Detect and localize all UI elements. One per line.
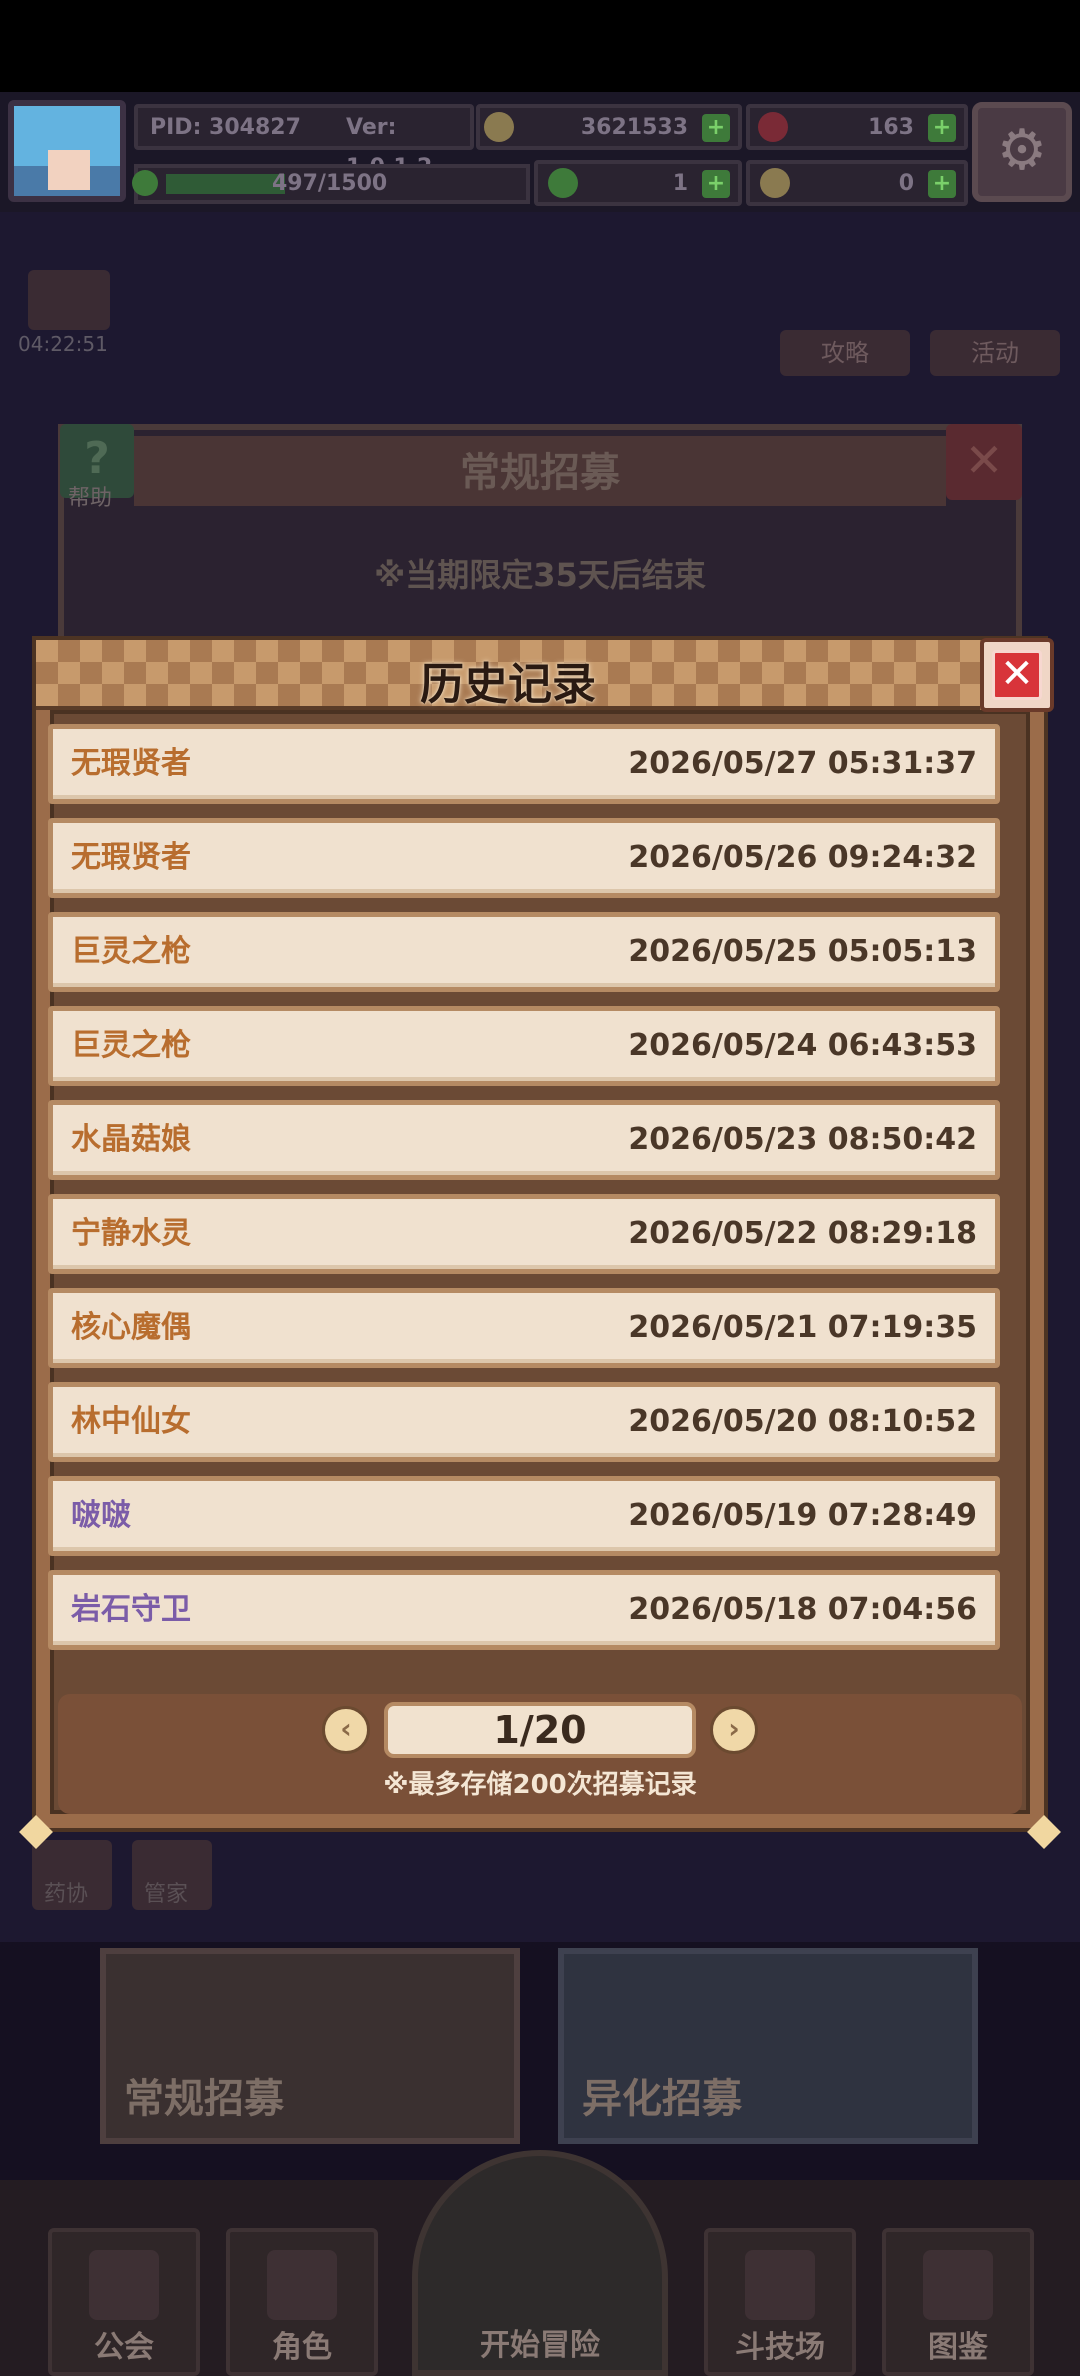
tab-character[interactable]: 角色 <box>226 2228 378 2376</box>
history-row: 巨灵之枪 2026/05/24 06:43:53 <box>48 1006 1000 1086</box>
pid-text: PID: 304827 <box>150 115 301 140</box>
limited-notice: ※当期限定35天后结束 <box>374 556 706 594</box>
pid-box: PID: 304827 Ver: 1.0.1.2 <box>134 104 474 180</box>
tab-arena[interactable]: 斗技场 <box>704 2228 856 2376</box>
history-row: 岩石守卫 2026/05/18 07:04:56 <box>48 1570 1000 1650</box>
close-button[interactable]: ✕ <box>980 638 1054 712</box>
help-label: 帮助 <box>68 486 113 511</box>
hero-name: 水晶菇娘 <box>71 1122 191 1157</box>
gem-icon <box>758 112 788 142</box>
record-time: 2026/05/19 07:28:49 <box>628 1498 977 1533</box>
gold-value: 3621533 <box>580 115 688 140</box>
clover-box: 1 + <box>534 160 742 206</box>
player-avatar[interactable] <box>8 100 126 202</box>
exp-bar: 497/1500 <box>132 164 530 204</box>
tab-guild[interactable]: 公会 <box>48 2228 200 2376</box>
adventure-label: 开始冒险 <box>480 2328 600 2363</box>
hero-name: 啵啵 <box>71 1498 131 1533</box>
hero-name: 林中仙女 <box>71 1404 191 1439</box>
regular-recruit-label: 常规招募 <box>124 2076 284 2122</box>
gem-value: 163 <box>868 115 914 140</box>
alien-recruit-card[interactable]: 异化招募 <box>558 1948 978 2144</box>
hero-name: 无瑕贤者 <box>71 840 191 875</box>
hero-name: 巨灵之枪 <box>71 1028 191 1063</box>
small-button-2-label: 管家 <box>144 1882 189 1907</box>
gift-timer: 04:22:51 <box>18 332 108 356</box>
add-clover-button[interactable]: + <box>702 170 730 198</box>
history-row: 无瑕贤者 2026/05/26 09:24:32 <box>48 818 1000 898</box>
add-gold-button[interactable]: + <box>702 114 730 142</box>
guild-icon <box>89 2250 159 2320</box>
tab-codex[interactable]: 图鉴 <box>882 2228 1034 2376</box>
storage-note: ※最多存储200次招募记录 <box>383 1770 697 1800</box>
status-bar <box>0 0 1080 92</box>
background-close-icon[interactable]: ✕ <box>946 424 1022 500</box>
record-time: 2026/05/27 05:31:37 <box>628 746 977 781</box>
key-box: 0 + <box>746 160 968 206</box>
alien-recruit-label: 异化招募 <box>582 2076 742 2122</box>
hero-name: 无瑕贤者 <box>71 746 191 781</box>
guide-button[interactable]: 攻略 <box>780 330 910 376</box>
leaf-icon <box>132 170 158 196</box>
swords-icon <box>745 2250 815 2320</box>
record-time: 2026/05/24 06:43:53 <box>628 1028 977 1063</box>
small-button-1-label: 药协 <box>44 1882 89 1907</box>
history-row: 宁静水灵 2026/05/22 08:29:18 <box>48 1194 1000 1274</box>
add-key-button[interactable]: + <box>928 170 956 198</box>
next-page-arrow-icon[interactable]: › <box>710 1706 758 1754</box>
regular-recruit-card[interactable]: 常规招募 <box>100 1948 520 2144</box>
page-indicator: 1/20 <box>384 1702 696 1758</box>
gem-box: 163 + <box>746 104 968 150</box>
gold-box: 3621533 + <box>476 104 742 150</box>
clover-value: 1 <box>672 171 688 196</box>
clover-icon <box>548 168 578 198</box>
recruit-dialog-title: 常规招募 <box>460 450 620 496</box>
record-time: 2026/05/22 08:29:18 <box>628 1216 977 1251</box>
exp-bar-fill <box>166 174 285 194</box>
activity-button[interactable]: 活动 <box>930 330 1060 376</box>
hero-name: 巨灵之枪 <box>71 934 191 969</box>
character-icon <box>267 2250 337 2320</box>
record-time: 2026/05/18 07:04:56 <box>628 1592 977 1627</box>
prev-page-arrow-icon[interactable]: ‹ <box>322 1706 370 1754</box>
exp-value: 497/1500 <box>272 171 388 196</box>
record-time: 2026/05/23 08:50:42 <box>628 1122 977 1157</box>
record-time: 2026/05/21 07:19:35 <box>628 1310 977 1345</box>
history-row: 水晶菇娘 2026/05/23 08:50:42 <box>48 1100 1000 1180</box>
hero-name: 岩石守卫 <box>71 1592 191 1627</box>
record-time: 2026/05/25 05:05:13 <box>628 934 977 969</box>
hero-name: 核心魔偶 <box>71 1310 191 1345</box>
add-gem-button[interactable]: + <box>928 114 956 142</box>
history-row: 核心魔偶 2026/05/21 07:19:35 <box>48 1288 1000 1368</box>
history-row: 巨灵之枪 2026/05/25 05:05:13 <box>48 912 1000 992</box>
key-value: 0 <box>898 171 914 196</box>
history-row: 啵啵 2026/05/19 07:28:49 <box>48 1476 1000 1556</box>
close-icon: ✕ <box>992 650 1042 700</box>
settings-gear-icon[interactable]: ⚙ <box>972 102 1072 202</box>
record-time: 2026/05/26 09:24:32 <box>628 840 977 875</box>
key-icon <box>760 168 790 198</box>
history-row: 无瑕贤者 2026/05/27 05:31:37 <box>48 724 1000 804</box>
gift-icon[interactable] <box>28 270 110 330</box>
history-row: 林中仙女 2026/05/20 08:10:52 <box>48 1382 1000 1462</box>
codex-icon <box>923 2250 993 2320</box>
record-time: 2026/05/20 08:10:52 <box>628 1404 977 1439</box>
hero-name: 宁静水灵 <box>71 1216 191 1251</box>
history-modal-title: 历史记录 <box>420 659 596 710</box>
gold-coin-icon <box>484 112 514 142</box>
